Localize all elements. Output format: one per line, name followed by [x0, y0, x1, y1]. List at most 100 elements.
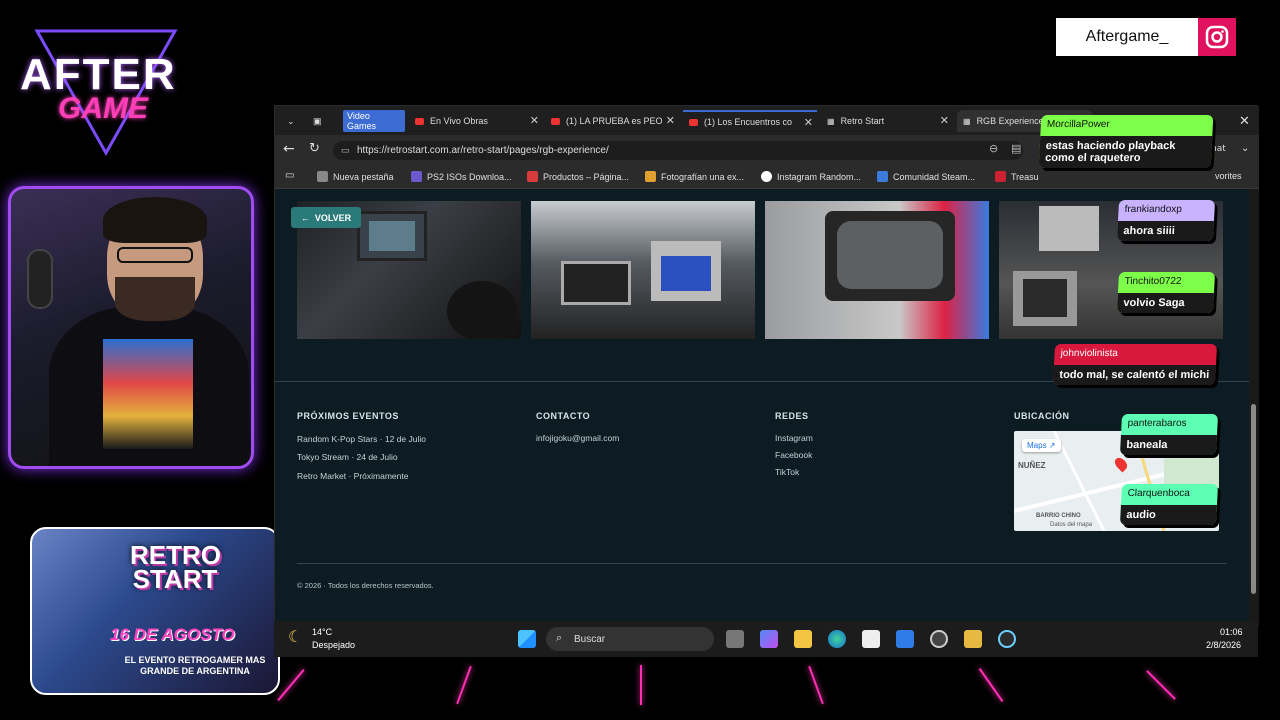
weather-status[interactable]: Despejado: [312, 640, 355, 650]
neon-line: [277, 669, 305, 701]
clock-time[interactable]: 01:06: [1220, 627, 1243, 637]
chat-username: MorcillaPower: [1046, 119, 1110, 130]
close-tab-icon[interactable]: ✕: [666, 114, 675, 127]
streamer-beard: [115, 277, 195, 321]
tab-list-button[interactable]: ⌄: [281, 110, 301, 132]
app-icon[interactable]: [964, 630, 982, 648]
scrollbar-thumb[interactable]: [1251, 404, 1256, 594]
task-view-icon[interactable]: [726, 630, 744, 648]
instagram-icon: [1198, 18, 1236, 56]
windows-start-icon[interactable]: [518, 630, 536, 648]
retro-start-promo: RETRO START 16 DE AGOSTO EL EVENTO RETRO…: [30, 527, 280, 695]
copyright-text: © 2026 · Todos los derechos reservados.: [297, 581, 434, 590]
chat-text: estas haciendo playback como el raqueter…: [1038, 136, 1213, 168]
reader-icon[interactable]: ▤: [1011, 142, 1021, 155]
clock-date[interactable]: 2/8/2026: [1206, 640, 1241, 650]
promo-title: RETRO START: [130, 540, 221, 594]
bookmark-instagram[interactable]: Instagram Random...: [761, 171, 861, 182]
bookmark-steam[interactable]: Comunidad Steam...: [877, 171, 975, 182]
taskbar-search[interactable]: ⌕ Buscar: [546, 627, 714, 651]
chat-text: baneala: [1119, 435, 1217, 455]
chat-username: johnviolinista: [1060, 348, 1119, 359]
map-area-label: NUÑEZ: [1018, 461, 1046, 470]
map-data-label: Datos del mapa: [1050, 522, 1093, 528]
youtube-icon: [415, 117, 424, 125]
close-tab-icon[interactable]: ✕: [530, 114, 539, 127]
neon-line: [978, 668, 1004, 702]
logo-game-text: GAME: [58, 92, 148, 125]
youtube-icon: [689, 118, 698, 126]
file-explorer-icon[interactable]: [794, 630, 812, 648]
chat-text: ahora siiii: [1116, 221, 1214, 241]
copyright-divider: [297, 563, 1227, 564]
obs-icon[interactable]: [930, 630, 948, 648]
tab-la-prueba[interactable]: (1) LA PRUEBA es PEO ✕: [545, 110, 679, 132]
moon-icon: ☾: [288, 629, 303, 646]
copilot-icon[interactable]: [760, 630, 778, 648]
chat-username: panterabaros: [1127, 418, 1187, 429]
contact-heading: CONTACTO: [536, 411, 591, 421]
shirt-print: [103, 339, 193, 449]
tiktok-link[interactable]: TikTok: [775, 467, 799, 477]
event-link[interactable]: Retro Market · Próximamente: [297, 471, 408, 481]
chevron-down-icon[interactable]: ⌄: [1241, 143, 1249, 154]
outlook-icon[interactable]: [896, 630, 914, 648]
search-icon: ⌕: [556, 632, 563, 644]
bookmark-treasure[interactable]: Treasu: [995, 171, 1039, 182]
workspaces-icon[interactable]: ▣: [307, 110, 329, 132]
sidebar-toggle-icon[interactable]: ▭: [285, 170, 294, 181]
weather-temp[interactable]: 14°C: [312, 627, 332, 637]
page-scrollbar[interactable]: [1249, 189, 1259, 626]
bookmark-fotografian[interactable]: Fotografían una ex...: [645, 171, 744, 182]
zoom-icon[interactable]: ⊖: [989, 142, 998, 155]
chat-message: MorcillaPower estas haciendo playback co…: [1038, 115, 1214, 168]
event-link[interactable]: Tokyo Stream · 24 de Julio: [297, 452, 398, 462]
chat-message: panterabaros baneala: [1119, 414, 1219, 455]
close-window-button[interactable]: ✕: [1233, 110, 1253, 132]
gallery-photo-2[interactable]: [531, 201, 755, 339]
microphone: [27, 249, 53, 309]
bookmarks-bar: ▭ Nueva pestaña PS2 ISOs Downloa... Prod…: [275, 165, 1259, 189]
chat-text: audio: [1119, 505, 1217, 525]
store-icon[interactable]: [862, 630, 880, 648]
webcam-feed: [8, 186, 254, 469]
chat-message: frankiandoxp ahora siiii: [1116, 200, 1216, 241]
bookmark-productos[interactable]: Productos – Página...: [527, 171, 629, 182]
chat-text: volvio Saga: [1116, 293, 1214, 313]
neon-line: [1146, 670, 1176, 700]
neon-line: [456, 665, 472, 705]
chat-username: Clarquenboca: [1127, 488, 1191, 499]
close-tab-icon[interactable]: ✕: [940, 114, 949, 127]
open-maps-button[interactable]: Maps ↗: [1022, 439, 1061, 452]
favorites-folder[interactable]: vorites: [1215, 171, 1242, 181]
event-link[interactable]: Random K-Pop Stars · 12 de Julio: [297, 434, 426, 444]
page-content: ← VOLVER PRÓXIMOS EVENTOS Random K-Pop S…: [275, 189, 1249, 626]
neon-line: [640, 665, 642, 705]
contact-email-link[interactable]: infojigoku@gmail.com: [536, 433, 619, 443]
chat-username: Tinchito0722: [1124, 276, 1182, 287]
location-heading: UBICACIÓN: [1014, 411, 1070, 421]
tab-los-encuentros[interactable]: (1) Los Encuentros co ✕: [683, 110, 817, 132]
windows-taskbar: ☾ 14°C Despejado ⌕ Buscar 01:06 2/8/2026: [274, 621, 1258, 657]
back-arrow-icon[interactable]: ←: [283, 141, 295, 157]
youtube-icon: [551, 117, 560, 125]
settings-icon[interactable]: [998, 630, 1016, 648]
bookmark-nueva-pestana[interactable]: Nueva pestaña: [317, 171, 394, 182]
streamer-glasses: [117, 247, 193, 263]
bookmark-ps2-isos[interactable]: PS2 ISOs Downloa...: [411, 171, 512, 182]
tab-retro-start[interactable]: ▦ Retro Start ✕: [821, 110, 953, 132]
tab-group-video-games[interactable]: Video Games: [337, 110, 405, 132]
reload-icon[interactable]: ↻: [309, 141, 320, 156]
instagram-link[interactable]: Instagram: [775, 433, 813, 443]
tab-en-vivo-obras[interactable]: En Vivo Obras ✕: [409, 110, 543, 132]
url-input[interactable]: ▭ https://retrostart.com.ar/retro-start/p…: [333, 141, 1023, 160]
close-tab-icon[interactable]: ✕: [804, 116, 813, 129]
promo-date: 16 DE AGOSTO: [110, 625, 235, 644]
gallery-photo-3[interactable]: [765, 201, 989, 339]
volver-button[interactable]: ← VOLVER: [291, 207, 361, 228]
facebook-link[interactable]: Facebook: [775, 450, 812, 460]
promo-subtitle: EL EVENTO RETROGAMER MAS GRANDE DE ARGEN…: [124, 655, 266, 676]
events-heading: PRÓXIMOS EVENTOS: [297, 411, 399, 421]
instagram-handle: Aftergame_: [1056, 18, 1198, 56]
edge-icon[interactable]: [828, 630, 846, 648]
